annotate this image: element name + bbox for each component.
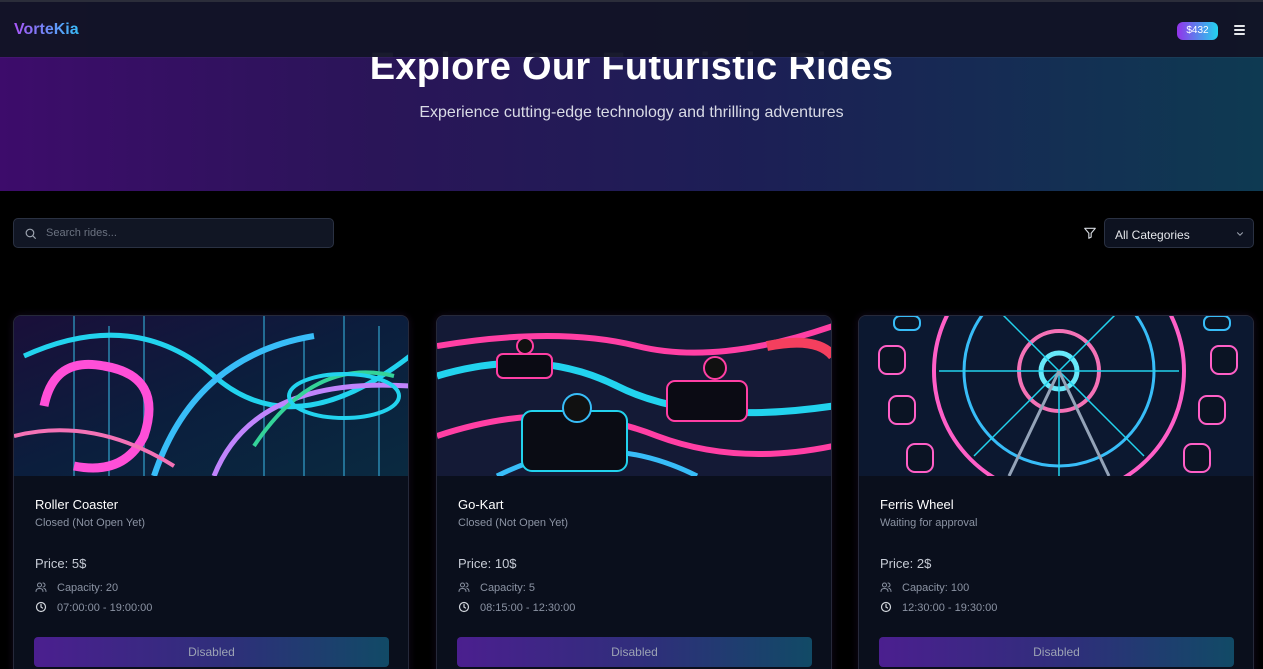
roller-coaster-image	[14, 316, 408, 476]
ride-action-button[interactable]: Disabled	[457, 637, 812, 667]
ride-capacity: Capacity: 20	[57, 582, 119, 594]
category-select-value: All Categories	[1115, 228, 1190, 242]
clock-icon	[880, 601, 892, 613]
users-icon	[35, 582, 47, 592]
ride-card-roller-coaster: Roller Coaster Closed (Not Open Yet) Pri…	[13, 315, 409, 669]
page-subtitle: Experience cutting-edge technology and t…	[419, 104, 844, 121]
ride-price: Price: 10$	[458, 556, 517, 571]
rides-page: Explore Our Futuristic Rides Experience …	[0, 0, 1263, 669]
ride-capacity: Capacity: 5	[480, 582, 536, 594]
ride-name: Roller Coaster	[35, 497, 119, 512]
top-navbar: VorteKia $432	[0, 0, 1263, 57]
ride-status: Closed (Not Open Yet)	[458, 517, 569, 529]
ride-hours: 12:30:00 - 19:30:00	[902, 602, 998, 614]
users-icon	[458, 582, 470, 592]
go-kart-image	[437, 316, 831, 476]
search-box	[13, 218, 334, 248]
filter-funnel-icon	[1084, 227, 1096, 239]
ride-price: Price: 5$	[35, 556, 87, 571]
ride-name: Ferris Wheel	[880, 497, 954, 512]
brand-logo[interactable]: VorteKia	[14, 21, 79, 39]
users-icon	[880, 582, 892, 592]
ride-card-ferris-wheel: Ferris Wheel Waiting for approval Price:…	[858, 315, 1254, 669]
ride-card-go-kart: Go-Kart Closed (Not Open Yet) Price: 10$…	[436, 315, 832, 669]
ferris-wheel-image	[859, 316, 1253, 476]
clock-icon	[458, 601, 470, 613]
category-select[interactable]: All Categories	[1104, 218, 1254, 248]
chevron-down-icon	[1236, 232, 1244, 236]
ride-price: Price: 2$	[880, 556, 932, 571]
balance-badge[interactable]: $432	[1177, 22, 1218, 40]
clock-icon	[35, 601, 47, 613]
ride-action-button[interactable]: Disabled	[34, 637, 389, 667]
ride-status: Closed (Not Open Yet)	[35, 517, 146, 529]
ride-hours: 08:15:00 - 12:30:00	[480, 602, 576, 614]
hamburger-menu-icon[interactable]	[1234, 25, 1245, 35]
ride-name: Go-Kart	[458, 497, 504, 512]
ride-capacity: Capacity: 100	[902, 582, 970, 594]
ride-hours: 07:00:00 - 19:00:00	[57, 602, 153, 614]
search-input[interactable]	[46, 219, 326, 247]
search-icon	[25, 228, 36, 239]
ride-action-button[interactable]: Disabled	[879, 637, 1234, 667]
ride-status: Waiting for approval	[880, 517, 978, 529]
